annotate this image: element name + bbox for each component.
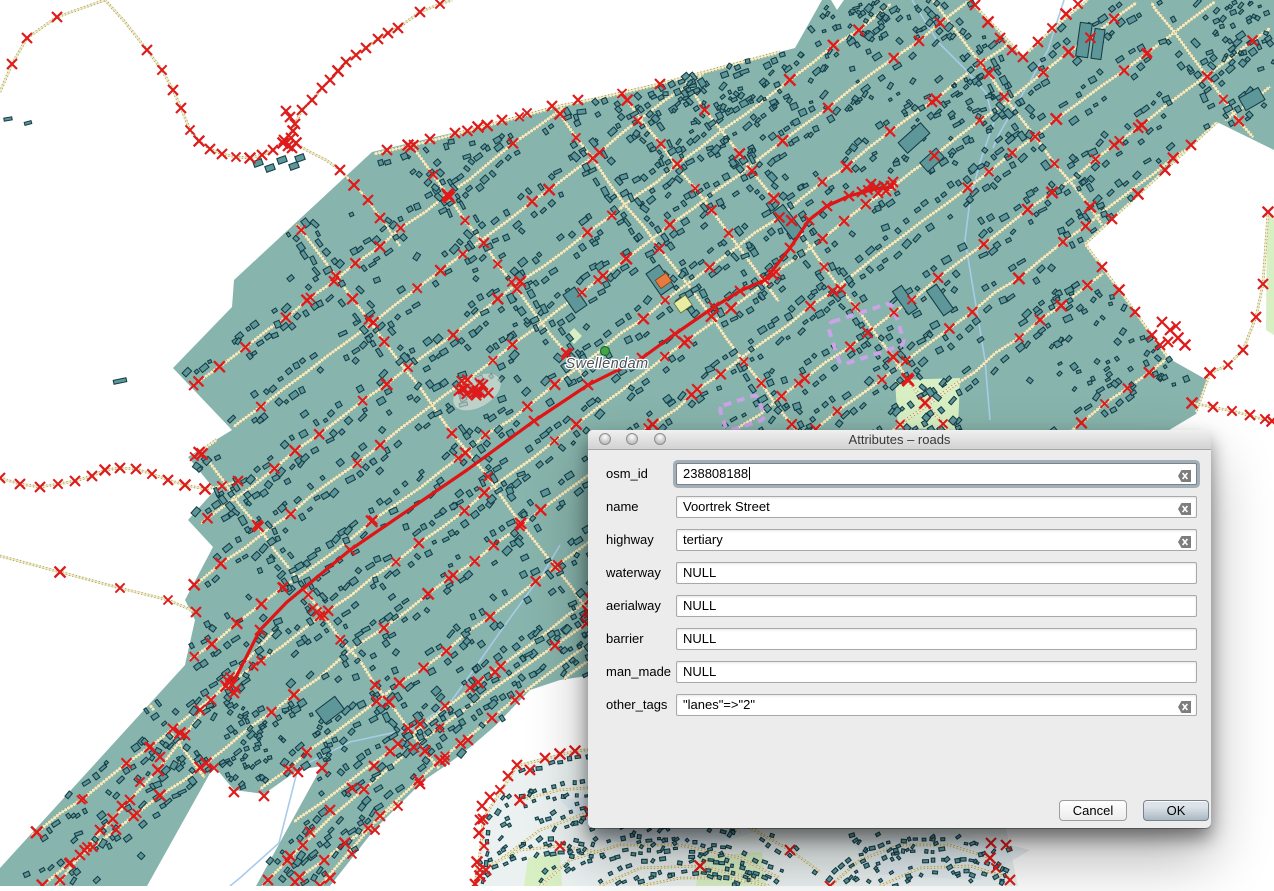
svg-text:Swellendam: Swellendam: [566, 356, 649, 372]
